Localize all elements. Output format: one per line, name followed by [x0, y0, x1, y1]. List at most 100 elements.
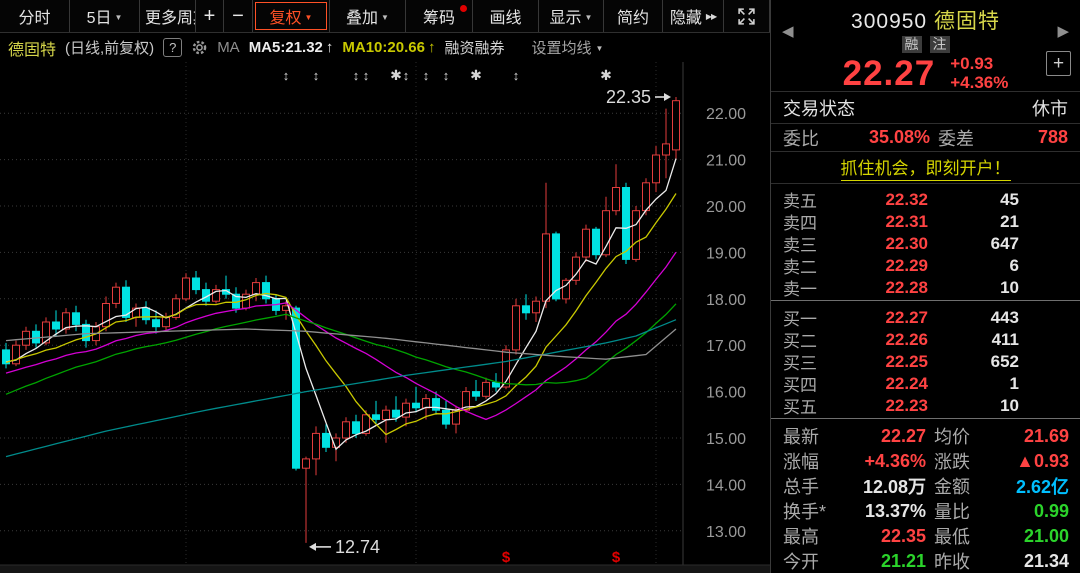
event-marker-icon[interactable]: ✱	[390, 67, 402, 83]
stat-label: 量比	[926, 498, 992, 524]
level-volume: 411	[928, 330, 1019, 350]
level-label: 卖一	[783, 275, 827, 300]
notification-dot-icon	[460, 5, 467, 12]
stat-row: 换手*13.37%量比0.99	[771, 498, 1080, 523]
stat-label: 最新	[783, 423, 845, 449]
quote-panel: ◀ ▶ 300950 德固特 融注 22.27 +0.93 +4.36% + 交…	[770, 0, 1080, 573]
simple-mode-button[interactable]: 简约	[604, 0, 663, 32]
candlestick-chart[interactable]: 22.0021.0020.0019.0018.0017.0016.0015.00…	[0, 62, 770, 573]
prev-stock-button[interactable]: ◀	[782, 22, 794, 40]
stat-value: 21.69	[992, 426, 1069, 447]
weicha-label: 委差	[930, 125, 1000, 151]
event-marker-icon[interactable]: ↕	[283, 68, 290, 83]
tab-minute[interactable]: 分时	[0, 0, 70, 32]
event-marker-icon[interactable]: ↕	[353, 68, 360, 83]
dividend-marker-icon[interactable]: $	[502, 549, 511, 566]
order-level-row: 买三22.25652	[771, 349, 1080, 371]
event-marker-icon[interactable]: ✱	[600, 67, 612, 83]
add-to-watchlist-button[interactable]: +	[1046, 51, 1071, 76]
chart-header: 德固特 (日线,前复权) ? MA MA5:21.32 ↑ MA10:20.66…	[0, 33, 770, 62]
stat-value: 12.08万	[845, 473, 926, 499]
stock-badges: 融注	[771, 36, 1080, 54]
chips-button[interactable]: 筹码	[406, 0, 473, 32]
level-price: 22.29	[827, 256, 928, 276]
stat-label: 金额	[926, 473, 992, 499]
event-marker-icon[interactable]: ↕	[423, 68, 430, 83]
overlay-button[interactable]: 叠加▼	[330, 0, 406, 32]
last-price: 22.27	[843, 54, 936, 94]
tab-5day[interactable]: 5日▼	[70, 0, 140, 32]
trade-status-row: 交易状态 休市	[771, 92, 1080, 124]
bid-levels: 买一22.27443买二22.26411买三22.25652买四22.241买五…	[771, 302, 1080, 417]
hide-button[interactable]: 隐藏▶▶	[663, 0, 724, 32]
event-marker-icon[interactable]: ↕	[313, 68, 320, 83]
tab-more-periods[interactable]: 更多周期	[140, 0, 196, 32]
trade-status-value: 休市	[1032, 95, 1068, 121]
y-axis-tick: 15.00	[706, 431, 746, 448]
draw-line-button[interactable]: 画线	[473, 0, 539, 32]
price-row: 22.27 +0.93 +4.36%	[771, 54, 1080, 94]
level-price: 22.32	[827, 190, 928, 210]
ma10-value: MA10:20.66	[342, 39, 425, 56]
y-axis-tick: 22.00	[706, 106, 746, 123]
chart-pane: 分时5日▼更多周期+−复权▼叠加▼筹码画线显示▼ 简约隐藏▶▶ 德固特 (日线,前…	[0, 0, 770, 573]
level-volume: 1	[928, 374, 1019, 394]
event-marker-icon[interactable]: ↕	[513, 68, 520, 83]
chevron-down-icon: ▼	[381, 13, 389, 22]
level-volume: 443	[928, 308, 1019, 328]
stat-value: 0.99	[992, 501, 1069, 522]
order-level-row: 卖五22.3245	[771, 187, 1080, 209]
stat-label: 均价	[926, 423, 992, 449]
order-level-row: 买四22.241	[771, 371, 1080, 393]
price-change: +0.93 +4.36%	[950, 55, 1008, 92]
weibi-label: 委比	[783, 125, 829, 151]
promo-row: 抓住机会，即刻开户！	[771, 152, 1080, 184]
margin-trading-link[interactable]: 融资融券	[444, 37, 504, 58]
y-axis-tick: 17.00	[706, 338, 746, 355]
simple-mode-button-label: 简约	[617, 4, 649, 28]
stock-trading-app: 分时5日▼更多周期+−复权▼叠加▼筹码画线显示▼简约隐藏▶▶ 德固特 (日线,前…	[0, 0, 1080, 573]
dividend-marker-icon[interactable]: $	[612, 549, 621, 566]
chevron-down-icon: ▼	[595, 44, 603, 53]
ma-settings-label: 设置均线	[531, 37, 591, 58]
order-level-row: 买五22.2310	[771, 393, 1080, 415]
fullscreen-button[interactable]	[724, 0, 770, 32]
next-stock-button[interactable]: ▶	[1057, 22, 1069, 40]
stat-label: 涨跌	[926, 448, 992, 474]
stat-value: 21.21	[845, 551, 926, 572]
level-price: 22.27	[827, 308, 928, 328]
zoom-out-button-label: −	[232, 5, 244, 28]
ma10-up-arrow-icon: ↑	[428, 39, 436, 56]
adjust-mode-button[interactable]: 复权▼	[253, 0, 330, 32]
event-marker-icon[interactable]: ↕	[443, 68, 450, 83]
stat-value: 22.35	[845, 526, 926, 547]
help-icon[interactable]: ?	[163, 38, 182, 57]
level-price: 22.28	[827, 278, 928, 298]
order-level-row: 卖三22.30647	[771, 231, 1080, 253]
event-marker-icon[interactable]: ↕	[363, 68, 370, 83]
zoom-in-button[interactable]: +	[196, 0, 224, 32]
y-axis-tick: 13.00	[706, 524, 746, 541]
stat-value: 22.27	[845, 426, 926, 447]
level-price: 22.25	[827, 352, 928, 372]
chevron-down-icon: ▼	[114, 13, 122, 22]
y-axis-tick: 19.00	[706, 245, 746, 262]
ma-settings-button[interactable]: 设置均线 ▼	[531, 37, 603, 58]
stat-row: 总手12.08万金额2.62亿	[771, 473, 1080, 498]
event-marker-icon[interactable]: ↕	[403, 68, 410, 83]
level-label: 买五	[783, 393, 827, 418]
event-marker-icon[interactable]: ✱	[470, 67, 482, 83]
level-price: 22.24	[827, 374, 928, 394]
zoom-out-button[interactable]: −	[224, 0, 253, 32]
y-axis-tick: 21.00	[706, 153, 746, 170]
stat-row: 涨幅+4.36%涨跌▲0.93	[771, 448, 1080, 473]
level-volume: 652	[928, 352, 1019, 372]
stat-label: 最低	[926, 523, 992, 549]
stats-grid: 最新22.27均价21.69涨幅+4.36%涨跌▲0.93总手12.08万金额2…	[771, 420, 1080, 573]
display-button[interactable]: 显示▼	[539, 0, 604, 32]
fullscreen-icon	[737, 7, 756, 26]
change-percent: +4.36%	[950, 74, 1008, 93]
gear-icon[interactable]	[191, 39, 208, 56]
stat-value: ▲0.93	[992, 451, 1069, 472]
open-account-link[interactable]: 抓住机会，即刻开户！	[841, 154, 1011, 181]
